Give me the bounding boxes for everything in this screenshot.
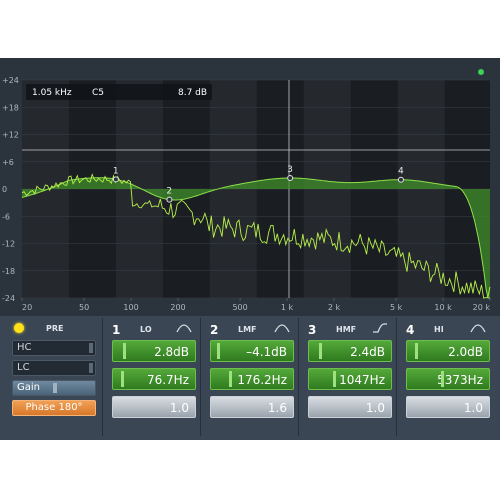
x-tick-label: 5 k bbox=[390, 303, 403, 312]
high-shelf-shape-icon[interactable] bbox=[372, 322, 388, 334]
gain-slider[interactable]: Gain bbox=[12, 380, 96, 396]
frequency-knob[interactable]: 1047Hz bbox=[308, 368, 392, 390]
status-led-icon bbox=[478, 69, 484, 75]
q-value: 1.0 bbox=[365, 401, 385, 415]
bell-shape-icon[interactable] bbox=[470, 322, 486, 334]
q-value: 1.0 bbox=[169, 401, 189, 415]
frequency-indicator bbox=[229, 371, 232, 387]
gain-value: –4.1dB bbox=[246, 345, 287, 359]
bell-shape-icon[interactable] bbox=[176, 322, 192, 334]
q-knob[interactable]: 1.0 bbox=[308, 396, 392, 418]
y-tick-label: +18 bbox=[2, 103, 19, 112]
frequency-knob[interactable]: 5373Hz bbox=[406, 368, 490, 390]
readout-note: C5 bbox=[92, 88, 104, 98]
hc-label: HC bbox=[17, 342, 32, 353]
band-name: LMF bbox=[238, 325, 257, 334]
x-tick-label: 20 k bbox=[473, 303, 491, 312]
frequency-knob[interactable]: 76.7Hz bbox=[112, 368, 196, 390]
bell-shape-icon[interactable] bbox=[274, 322, 290, 334]
gain-value: 2.8dB bbox=[154, 345, 189, 359]
hc-button[interactable]: HC bbox=[12, 340, 96, 356]
eq-plugin-window: +24 +18 +12 +6 0 -6 -12 -18 -24 20 50 100 200 500 1 k… bbox=[0, 58, 500, 440]
pre-title: PRE bbox=[46, 324, 64, 333]
frequency-value: 1047Hz bbox=[339, 373, 385, 387]
band-3: 3 HMF 2.4dB 1047Hz 1.0 bbox=[298, 318, 394, 438]
y-tick-label: -12 bbox=[2, 240, 15, 249]
control-panel: PRE HC LC Gain Phase 180° 1 LO 2.8dB 76.… bbox=[0, 316, 500, 440]
frequency-indicator bbox=[441, 371, 444, 387]
band-number: 4 bbox=[406, 323, 415, 337]
q-knob[interactable]: 1.0 bbox=[112, 396, 196, 418]
x-tick-label: 20 bbox=[22, 303, 32, 312]
frequency-value: 76.7Hz bbox=[146, 373, 189, 387]
hc-handle bbox=[89, 343, 93, 353]
x-tick-label: 500 bbox=[232, 303, 247, 312]
lc-handle bbox=[89, 363, 93, 373]
q-value: 1.6 bbox=[267, 401, 287, 415]
gain-indicator bbox=[217, 343, 220, 359]
x-tick-label: 1 k bbox=[281, 303, 294, 312]
x-tick-label: 50 bbox=[79, 303, 89, 312]
band-node-label: 4 bbox=[398, 167, 404, 177]
band-name: HI bbox=[434, 325, 444, 334]
band-number: 1 bbox=[112, 323, 121, 337]
lc-button[interactable]: LC bbox=[12, 360, 96, 376]
band-node-handle bbox=[287, 174, 294, 181]
readout-frequency: 1.05 kHz bbox=[32, 88, 72, 98]
gain-label: Gain bbox=[17, 382, 40, 393]
band-node-handle bbox=[397, 176, 404, 183]
band-node-handle bbox=[112, 176, 119, 183]
band-node-handle bbox=[166, 196, 173, 203]
band-number: 3 bbox=[308, 323, 317, 337]
y-tick-label: -18 bbox=[2, 267, 15, 276]
gain-indicator bbox=[415, 343, 418, 359]
q-value: 1.0 bbox=[463, 401, 483, 415]
gain-knob[interactable]: 2.8dB bbox=[112, 340, 196, 362]
band-node-label: 1 bbox=[113, 166, 119, 176]
eq-graph[interactable]: +24 +18 +12 +6 0 -6 -12 -18 -24 20 50 100 200 500 1 k… bbox=[0, 58, 500, 316]
x-tick-label: 2 k bbox=[328, 303, 341, 312]
q-knob[interactable]: 1.6 bbox=[210, 396, 294, 418]
frequency-indicator bbox=[333, 371, 336, 387]
band-2: 2 LMF –4.1dB 176.2Hz 1.6 bbox=[200, 318, 296, 438]
band-name: LO bbox=[140, 325, 152, 334]
q-knob[interactable]: 1.0 bbox=[406, 396, 490, 418]
power-led-icon[interactable] bbox=[14, 323, 24, 333]
x-tick-label: 100 bbox=[123, 303, 138, 312]
y-tick-label: +12 bbox=[2, 131, 19, 140]
gain-value: 2.4dB bbox=[350, 345, 385, 359]
y-tick-label: -24 bbox=[2, 294, 15, 303]
band-4: 4 HI 2.0dB 5373Hz 1.0 bbox=[396, 318, 492, 438]
x-tick-label: 200 bbox=[170, 303, 185, 312]
gain-slider-handle bbox=[53, 383, 57, 393]
readout-gain: 8.7 dB bbox=[178, 88, 207, 98]
frequency-indicator bbox=[121, 371, 124, 387]
gain-value: 2.0dB bbox=[448, 345, 483, 359]
gain-indicator bbox=[319, 343, 322, 359]
frequency-value: 5373Hz bbox=[437, 373, 483, 387]
gain-knob[interactable]: 2.4dB bbox=[308, 340, 392, 362]
band-node-label: 3 bbox=[287, 165, 293, 175]
band-name: HMF bbox=[336, 325, 357, 334]
y-tick-label: +24 bbox=[2, 76, 19, 85]
x-tick-label: 10 k bbox=[434, 303, 452, 312]
gain-knob[interactable]: 2.0dB bbox=[406, 340, 490, 362]
band-1: 1 LO 2.8dB 76.7Hz 1.0 bbox=[102, 318, 198, 438]
phase-button[interactable]: Phase 180° bbox=[12, 400, 96, 416]
y-tick-label: +6 bbox=[2, 158, 14, 167]
band-number: 2 bbox=[210, 323, 219, 337]
pre-section: PRE HC LC Gain Phase 180° bbox=[2, 318, 98, 438]
phase-label: Phase 180° bbox=[25, 402, 83, 413]
frequency-value: 176.2Hz bbox=[237, 373, 287, 387]
band-node-label: 2 bbox=[166, 187, 172, 197]
y-tick-label: -6 bbox=[2, 212, 10, 221]
lc-label: LC bbox=[17, 362, 30, 373]
frequency-knob[interactable]: 176.2Hz bbox=[210, 368, 294, 390]
gain-indicator bbox=[123, 343, 126, 359]
y-tick-label: 0 bbox=[2, 185, 7, 194]
gain-knob[interactable]: –4.1dB bbox=[210, 340, 294, 362]
